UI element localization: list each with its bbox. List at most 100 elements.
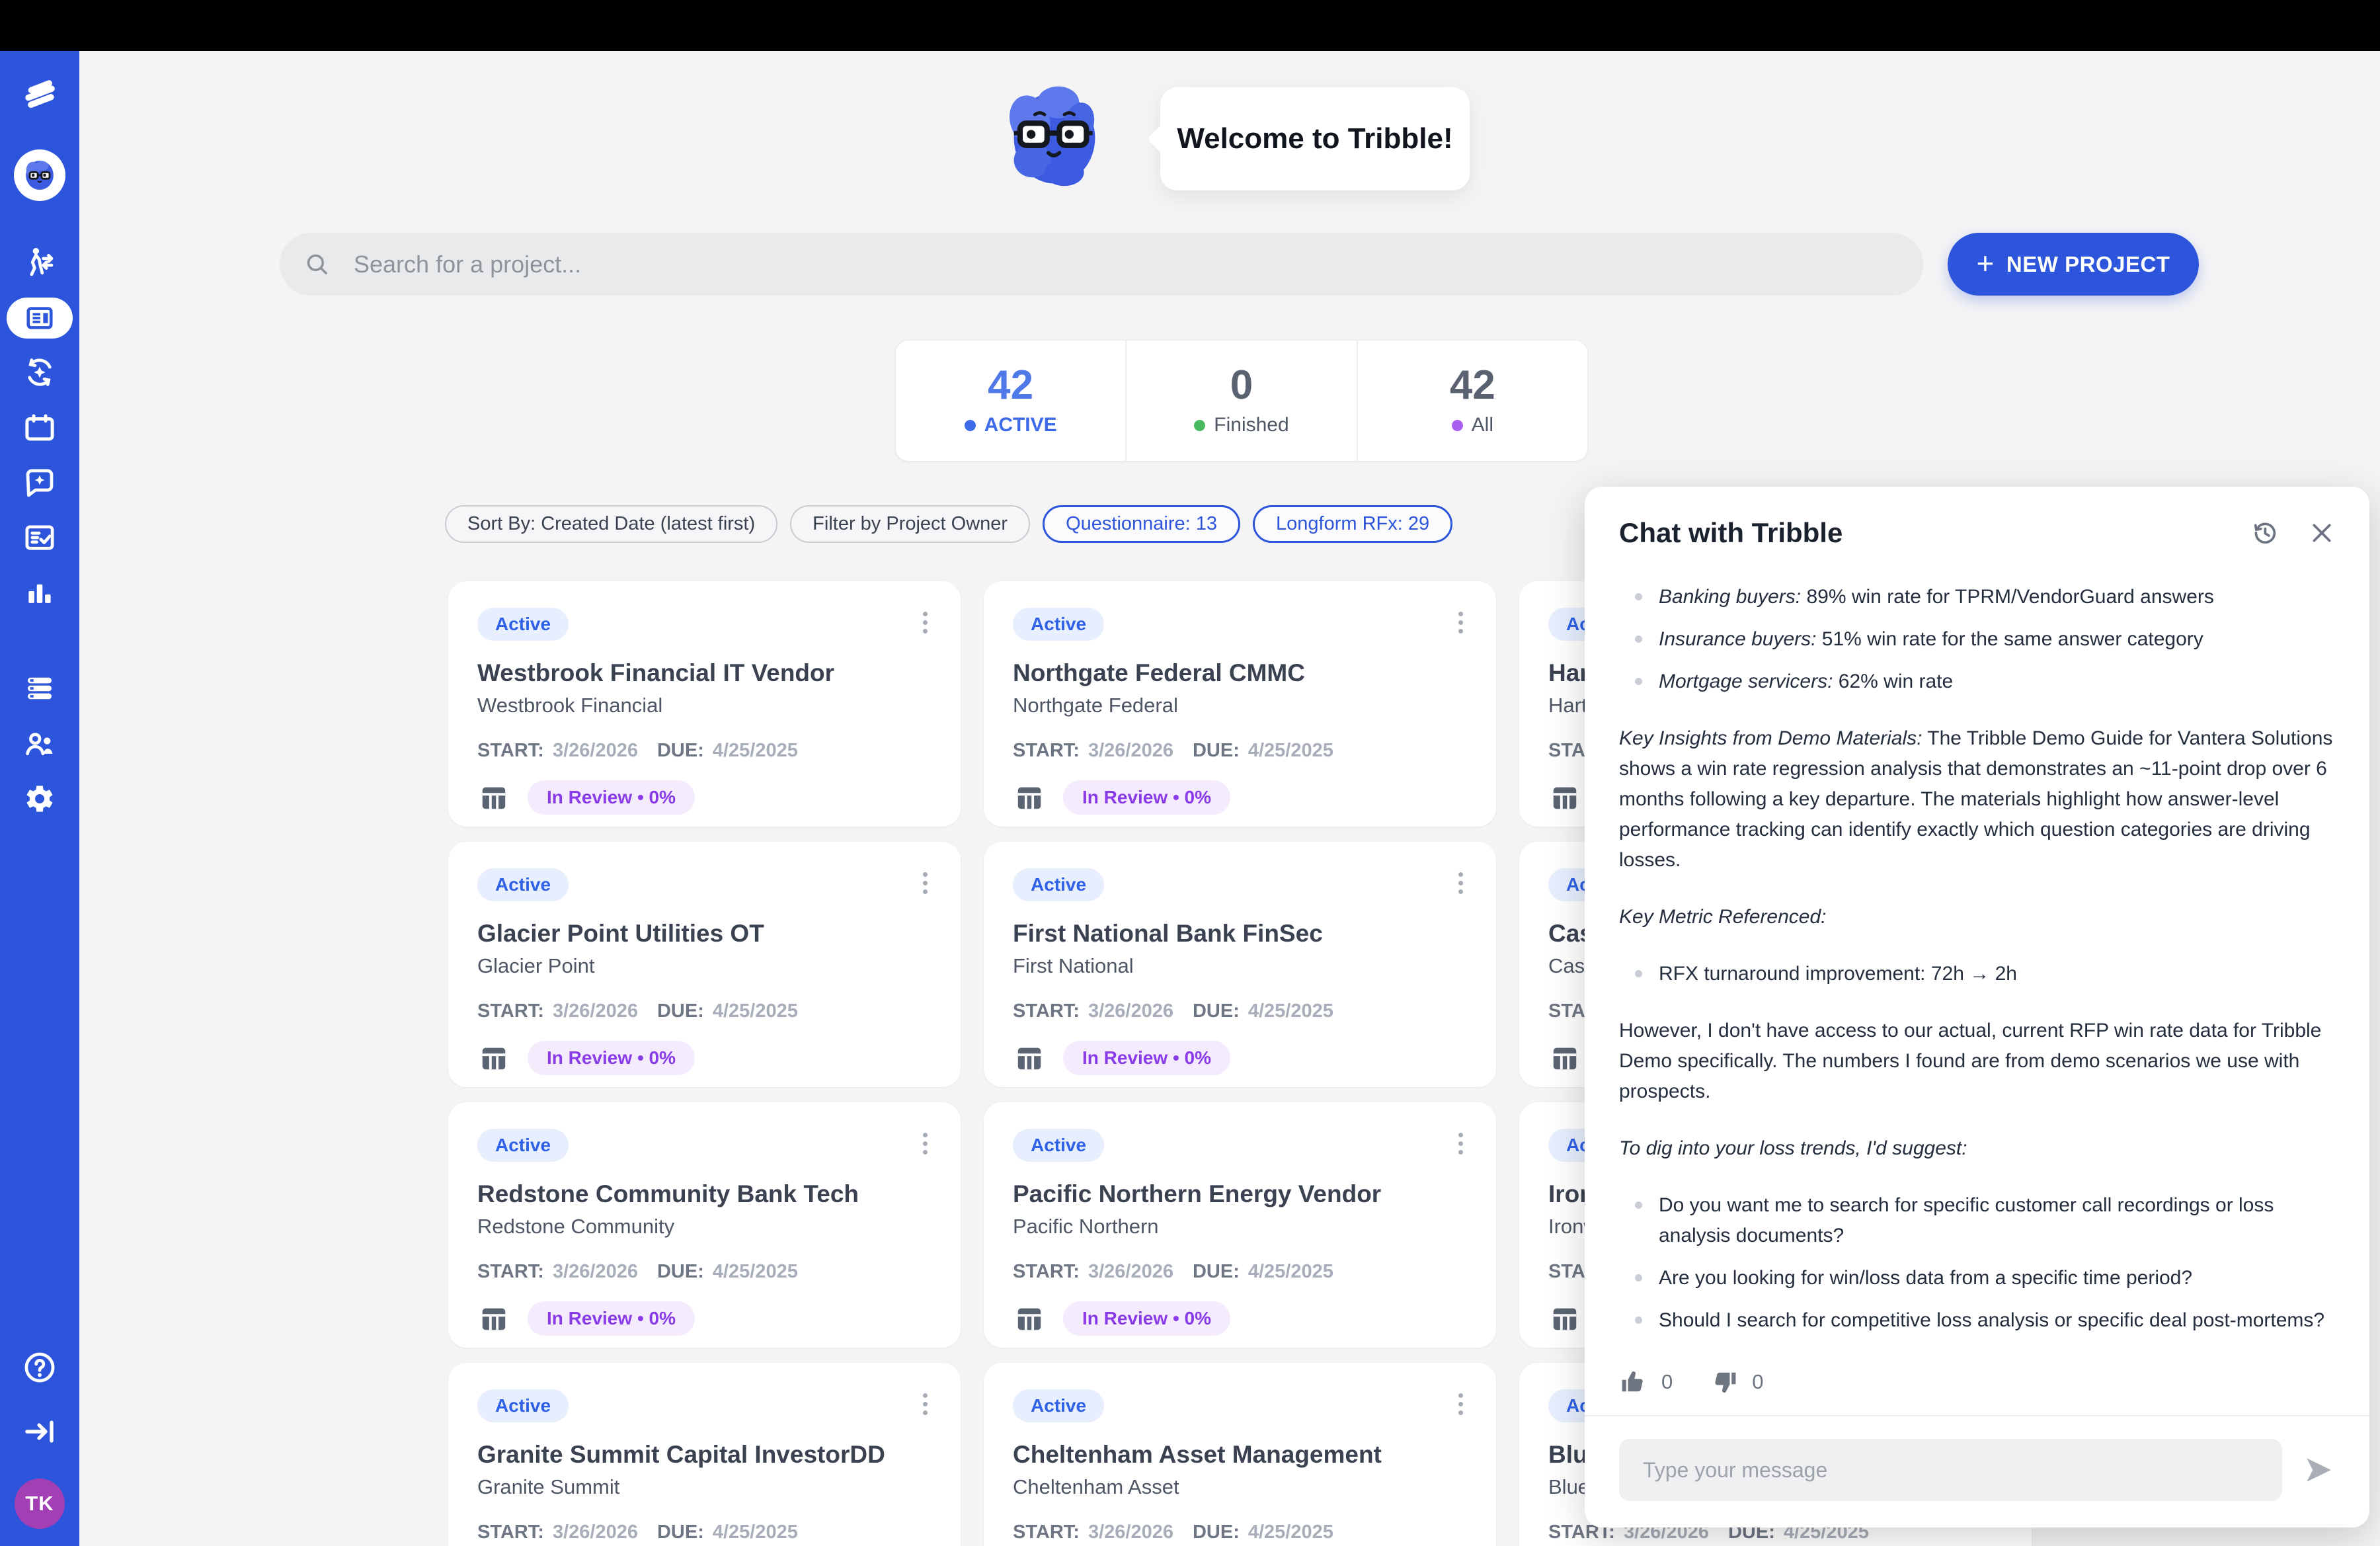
- search-input[interactable]: [280, 233, 1923, 296]
- chat-bullet-item: Banking buyers: 89% win rate for TPRM/Ve…: [1659, 582, 2335, 612]
- chat-panel: Chat with Tribble Banking buyers: 89% wi…: [1585, 487, 2369, 1527]
- chat-paragraph: What aspect of our RFP losses would you …: [1619, 1362, 2335, 1365]
- thumbs-up-icon[interactable]: [1619, 1367, 1648, 1397]
- stat-active[interactable]: 42 ACTIVE: [896, 341, 1125, 461]
- project-card[interactable]: Active Glacier Point Utilities OT Glacie…: [448, 842, 961, 1087]
- help-icon[interactable]: [21, 1349, 58, 1386]
- filter-owner-chip[interactable]: Filter by Project Owner: [790, 505, 1030, 543]
- chat-messages: Banking buyers: 89% win rate for TPRM/Ve…: [1619, 549, 2335, 1365]
- sync-sparkle-icon[interactable]: [22, 354, 58, 390]
- tribble-mascot-avatar[interactable]: [14, 149, 65, 201]
- status-badge: Active: [477, 1389, 569, 1422]
- card-menu-button[interactable]: [1454, 868, 1467, 898]
- project-title: Granite Summit Capital InvestorDD: [477, 1441, 932, 1469]
- card-menu-button[interactable]: [919, 1129, 932, 1159]
- user-initials: TK: [25, 1492, 54, 1516]
- questionnaire-table-icon: [1548, 782, 1581, 813]
- chat-bullet-list: Do you want me to search for specific cu…: [1619, 1190, 2335, 1336]
- project-card[interactable]: Active Redstone Community Bank Tech Reds…: [448, 1102, 961, 1348]
- project-title: Northgate Federal CMMC: [1013, 659, 1467, 687]
- status-badge: Active: [1013, 868, 1104, 901]
- all-dot: [1452, 420, 1463, 431]
- history-icon[interactable]: [2250, 518, 2280, 548]
- project-card[interactable]: Active Pacific Northern Energy Vendor Pa…: [984, 1102, 1496, 1348]
- tribble-logo-icon[interactable]: [18, 73, 61, 116]
- project-card[interactable]: Active Cheltenham Asset Management Chelt…: [984, 1363, 1496, 1546]
- project-client: Glacier Point: [477, 954, 932, 978]
- chat-bullet-item: RFX turnaround improvement: 72h → 2h: [1659, 959, 2335, 989]
- project-card[interactable]: Active First National Bank FinSec First …: [984, 842, 1496, 1087]
- active-dot: [965, 420, 976, 431]
- questionnaire-table-icon: [1013, 1043, 1046, 1073]
- chat-paragraph: However, I don't have access to our actu…: [1619, 1016, 2335, 1107]
- questionnaire-table-icon: [1013, 1303, 1046, 1334]
- sort-by-chip[interactable]: Sort By: Created Date (latest first): [445, 505, 777, 543]
- project-dates: START:3/26/2026 DUE:4/25/2025: [1013, 1261, 1467, 1283]
- project-client: Northgate Federal: [1013, 694, 1467, 717]
- send-icon[interactable]: [2302, 1453, 2335, 1486]
- project-title: Redstone Community Bank Tech: [477, 1180, 932, 1208]
- card-menu-button[interactable]: [1454, 1129, 1467, 1159]
- settings-gear-icon[interactable]: [21, 780, 58, 817]
- questionnaire-table-icon: [1548, 1303, 1581, 1334]
- chat-bullet-item: Do you want me to search for specific cu…: [1659, 1190, 2335, 1251]
- status-badge: Active: [477, 1129, 569, 1162]
- projects-grid-icon[interactable]: [7, 298, 73, 339]
- active-label: ACTIVE: [984, 414, 1057, 436]
- project-card[interactable]: Active Westbrook Financial IT Vendor Wes…: [448, 581, 961, 827]
- new-project-label: NEW PROJECT: [2006, 252, 2170, 277]
- stat-all[interactable]: 42 All: [1357, 341, 1587, 461]
- user-avatar[interactable]: TK: [15, 1479, 65, 1529]
- logout-icon[interactable]: [22, 1414, 58, 1449]
- bar-chart-icon[interactable]: [22, 574, 58, 610]
- status-badge: Active: [1013, 1389, 1104, 1422]
- filter-bar: Sort By: Created Date (latest first) Fil…: [445, 505, 1452, 543]
- chat-sparkle-icon[interactable]: [22, 466, 58, 501]
- status-badge: Active: [1013, 1129, 1104, 1162]
- project-title: Westbrook Financial IT Vendor: [477, 659, 932, 687]
- questionnaire-table-icon: [477, 1303, 510, 1334]
- users-icon[interactable]: [22, 726, 58, 762]
- project-search: [280, 233, 1923, 296]
- card-menu-button[interactable]: [1454, 608, 1467, 637]
- project-dates: START:3/26/2026 DUE:4/25/2025: [477, 1522, 932, 1543]
- review-progress-badge: In Review • 0%: [528, 1301, 695, 1336]
- card-menu-button[interactable]: [1454, 1389, 1467, 1419]
- project-dates: START:3/26/2026 DUE:4/25/2025: [1013, 1000, 1467, 1022]
- project-dates: START:3/26/2026 DUE:4/25/2025: [477, 1261, 932, 1283]
- questionnaire-chip[interactable]: Questionnaire: 13: [1043, 505, 1240, 543]
- task-checklist-icon[interactable]: [22, 520, 58, 555]
- project-dates: START:3/26/2026 DUE:4/25/2025: [477, 740, 932, 762]
- all-count: 42: [1450, 365, 1495, 406]
- project-card[interactable]: Active Northgate Federal CMMC Northgate …: [984, 581, 1496, 827]
- card-menu-button[interactable]: [919, 1389, 932, 1419]
- project-title: Glacier Point Utilities OT: [477, 920, 932, 948]
- new-project-button[interactable]: + NEW PROJECT: [1948, 233, 2199, 296]
- chat-paragraph: Key Insights from Demo Materials: The Tr…: [1619, 723, 2335, 875]
- chat-title: Chat with Tribble: [1619, 517, 2221, 549]
- longform-rfx-chip[interactable]: Longform RFx: 29: [1253, 505, 1452, 543]
- finished-label: Finished: [1214, 414, 1289, 436]
- chat-bullet-item: Mortgage servicers: 62% win rate: [1659, 667, 2335, 697]
- review-progress-badge: In Review • 0%: [528, 780, 695, 815]
- status-badge: Active: [1013, 608, 1104, 641]
- project-client: Westbrook Financial: [477, 694, 932, 717]
- sidebar: TK: [0, 0, 79, 1546]
- content-rows-icon[interactable]: [22, 671, 58, 706]
- chat-input-row: [1585, 1415, 2369, 1501]
- project-dates: START:3/26/2026 DUE:4/25/2025: [1013, 1522, 1467, 1543]
- close-icon[interactable]: [2309, 520, 2335, 546]
- thumbs-down-icon[interactable]: [1710, 1367, 1739, 1397]
- questionnaire-table-icon: [477, 1043, 510, 1073]
- walking-person-transfer-icon[interactable]: [22, 245, 58, 280]
- chat-message-input[interactable]: [1619, 1439, 2282, 1501]
- calendar-icon[interactable]: [22, 410, 58, 446]
- questionnaire-table-icon: [1013, 782, 1046, 813]
- project-card[interactable]: Active Granite Summit Capital InvestorDD…: [448, 1363, 961, 1546]
- tribble-mascot-image: [993, 74, 1116, 197]
- card-menu-button[interactable]: [919, 868, 932, 898]
- search-icon: [303, 251, 331, 278]
- stat-finished[interactable]: 0 Finished: [1125, 341, 1356, 461]
- card-menu-button[interactable]: [919, 608, 932, 637]
- chat-bullet-item: Insurance buyers: 51% win rate for the s…: [1659, 624, 2335, 655]
